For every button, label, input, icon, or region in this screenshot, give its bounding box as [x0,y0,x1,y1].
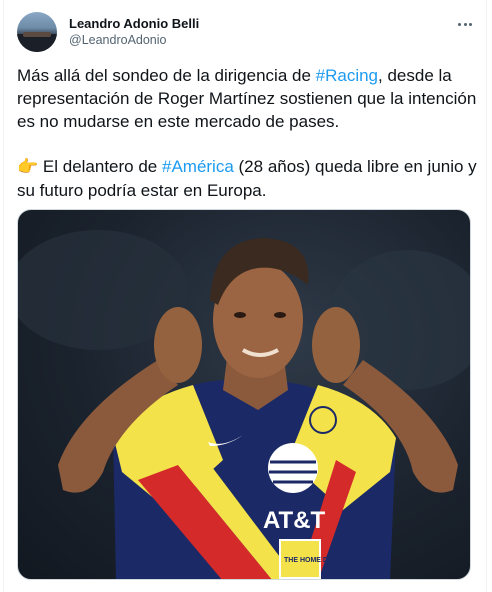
text-segment: El delantero de [38,157,162,176]
hashtag-racing[interactable]: #Racing [316,66,378,85]
more-horizontal-icon[interactable] [453,12,477,36]
player-illustration: AT&T THE HOME DEPOT [18,230,470,579]
avatar-pier [23,32,51,37]
hashtag-america[interactable]: #América [162,157,234,176]
text-segment: Más allá del sondeo de la dirigencia de [17,66,316,85]
jersey-sponsor-text-2: THE HOME DEPOT [284,557,348,564]
pointing-right-icon: 👉 [17,157,39,177]
tweet-photo[interactable]: AT&T THE HOME DEPOT [17,209,471,580]
jersey-sponsor-text: AT&T [263,507,326,534]
author-block[interactable]: Leandro Adonio Belli @LeandroAdonio [69,15,199,49]
avatar[interactable] [17,12,57,52]
tweet-paragraph-2: 👉 El delantero de #América (28 años) que… [17,155,477,202]
tweet-header: Leandro Adonio Belli @LeandroAdonio [17,12,477,54]
tweet-paragraph-1: Más allá del sondeo de la dirigencia de … [17,64,477,133]
user-handle[interactable]: @LeandroAdonio [69,32,199,49]
tweet-card: Leandro Adonio Belli @LeandroAdonio Más … [3,0,487,592]
tweet-text: Más allá del sondeo de la dirigencia de … [17,64,477,224]
display-name[interactable]: Leandro Adonio Belli [69,15,199,32]
